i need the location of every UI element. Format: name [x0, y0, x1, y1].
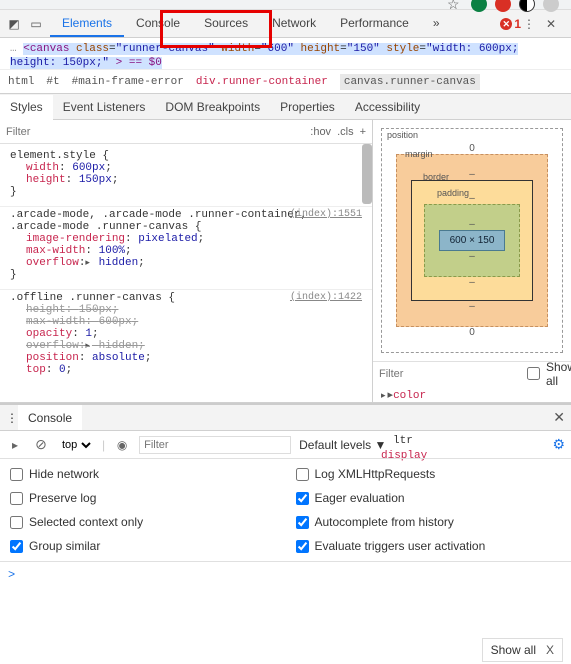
autocomplete-checkbox[interactable] [296, 516, 309, 529]
crumb-main[interactable]: #main-frame-error [72, 76, 184, 88]
subtab-properties[interactable]: Properties [270, 94, 345, 119]
bookmark-star-icon[interactable]: ☆ [447, 0, 463, 12]
source-link[interactable]: (index):1422 [290, 292, 362, 303]
eye-icon[interactable]: ◉ [113, 438, 131, 452]
eager-eval-checkbox[interactable] [296, 492, 309, 505]
drawer-close-icon[interactable]: ✕ [553, 409, 565, 426]
crumb-t[interactable]: #t [46, 76, 59, 88]
subtab-dom-breakpoints[interactable]: DOM Breakpoints [155, 94, 270, 119]
add-rule-button[interactable]: + [360, 126, 366, 138]
rules-list: element.style { width: 600px; height: 15… [0, 144, 372, 402]
group-similar-checkbox[interactable] [10, 540, 23, 553]
styles-filter-input[interactable] [6, 126, 304, 138]
drawer-kebab-icon[interactable]: ⋮ [6, 411, 18, 425]
crumb-runner-canvas[interactable]: canvas.runner-canvas [340, 74, 480, 90]
profile-avatar[interactable] [543, 0, 559, 12]
tab-performance[interactable]: Performance [328, 10, 421, 37]
devtools-tabbar: ◩ ▭ Elements Console Sources Network Per… [0, 10, 571, 38]
ext-icon-2[interactable] [495, 0, 511, 12]
error-badge[interactable]: ✕1 [500, 17, 521, 31]
close-icon[interactable]: ✕ [543, 16, 559, 32]
footer-bar: Show all X [482, 638, 563, 662]
clear-console-icon[interactable]: ⊘ [32, 436, 50, 453]
kebab-icon[interactable]: ⋮ [521, 16, 537, 32]
rule-selector[interactable]: element.style { [10, 150, 362, 162]
showall-checkbox[interactable] [527, 367, 540, 380]
footer-close-button[interactable]: X [546, 643, 554, 657]
showall-label: Show all [546, 360, 571, 388]
tab-sources[interactable]: Sources [192, 10, 260, 37]
el-tag: <canvas [23, 43, 76, 55]
tab-more[interactable]: » [421, 10, 452, 37]
box-model[interactable]: position margin border padding 0 – – – [373, 120, 571, 361]
preserve-log-checkbox[interactable] [10, 492, 23, 505]
subtab-accessibility[interactable]: Accessibility [345, 94, 430, 119]
crumb-html[interactable]: html [8, 76, 34, 88]
subtab-event-listeners[interactable]: Event Listeners [53, 94, 156, 119]
sidebar-toggle-icon[interactable]: ▸ [6, 438, 24, 452]
gear-icon[interactable]: ⚙ [552, 436, 565, 453]
box-content-size: 600 × 150 [439, 230, 505, 251]
elements-dom-row[interactable]: … <canvas class="runner-canvas" width="6… [0, 38, 571, 70]
levels-dropdown[interactable]: Default levels ▼ [299, 438, 386, 452]
breadcrumb: html #t #main-frame-error div.runner-con… [0, 70, 571, 94]
source-link[interactable]: (index):1551 [290, 209, 362, 220]
tab-network[interactable]: Network [260, 10, 328, 37]
selected-context-checkbox[interactable] [10, 516, 23, 529]
inspect-icon[interactable]: ◩ [6, 16, 22, 32]
hide-network-checkbox[interactable] [10, 468, 23, 481]
context-select[interactable]: top [58, 438, 94, 452]
styles-subtabs: Styles Event Listeners DOM Breakpoints P… [0, 94, 571, 120]
computed-filter-input[interactable] [379, 368, 521, 380]
error-count: 1 [514, 17, 521, 31]
console-prompt[interactable]: > [0, 562, 571, 588]
log-xml-checkbox[interactable] [296, 468, 309, 481]
subtab-styles[interactable]: Styles [0, 95, 53, 120]
cls-toggle[interactable]: .cls [337, 126, 354, 138]
triggers-activation-checkbox[interactable] [296, 540, 309, 553]
footer-showall[interactable]: Show all [491, 643, 536, 657]
ext-icon-3[interactable] [519, 0, 535, 12]
drawer-console-tab[interactable]: Console [18, 405, 82, 430]
console-filter-input[interactable] [139, 436, 291, 454]
tab-console[interactable]: Console [124, 10, 192, 37]
device-toggle-icon[interactable]: ▭ [28, 16, 44, 32]
ext-icon-1[interactable] [471, 0, 487, 12]
hov-toggle[interactable]: :hov [310, 126, 331, 138]
tab-elements[interactable]: Elements [50, 10, 124, 37]
crumb-runner-container[interactable]: div.runner-container [196, 76, 328, 88]
